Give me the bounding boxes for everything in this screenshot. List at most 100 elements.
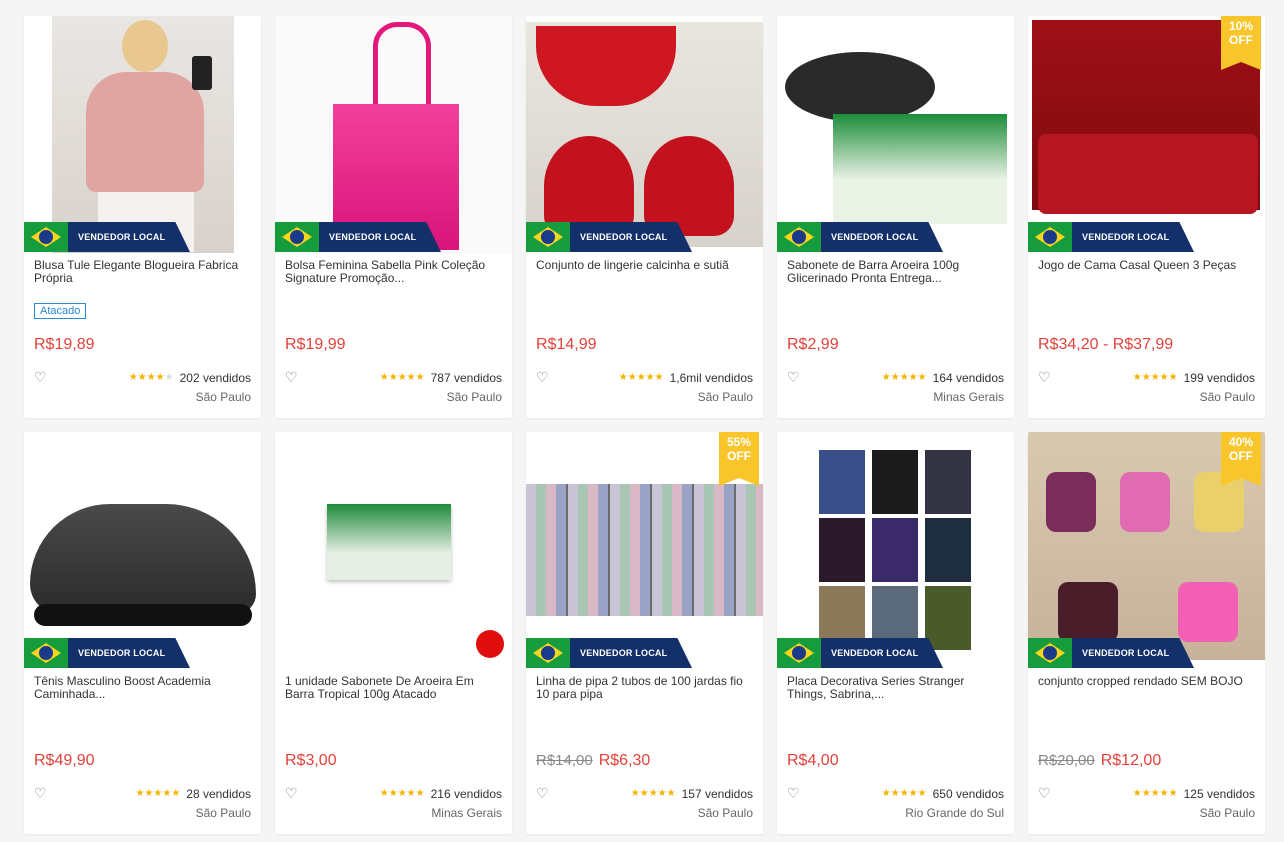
local-seller-badge: VENDEDOR LOCAL (1028, 638, 1194, 668)
product-image[interactable]: VENDEDOR LOCAL (275, 16, 512, 253)
product-title[interactable]: Jogo de Cama Casal Queen 3 Peças (1038, 259, 1255, 299)
product-image[interactable]: VENDEDOR LOCAL (526, 16, 763, 253)
product-title[interactable]: Conjunto de lingerie calcinha e sutiã (536, 259, 753, 299)
current-price: R$3,00 (285, 752, 337, 769)
seller-location: São Paulo (697, 390, 753, 404)
current-price: R$19,99 (285, 336, 346, 353)
seller-label: VENDEDOR LOCAL (570, 222, 692, 252)
seller-location: Minas Gerais (431, 806, 502, 820)
heart-icon[interactable]: ♡ (1038, 369, 1051, 386)
product-title[interactable]: conjunto cropped rendado SEM BOJO (1038, 675, 1255, 715)
product-image[interactable]: 10% OFF VENDEDOR LOCAL (1028, 16, 1265, 253)
product-card[interactable]: VENDEDOR LOCAL Placa Decorativa Series S… (777, 432, 1014, 834)
sold-count: 202 vendidos (179, 370, 251, 385)
product-image[interactable]: 55% OFF VENDEDOR LOCAL (526, 432, 763, 669)
current-price: R$49,90 (34, 752, 95, 769)
product-title[interactable]: Sabonete de Barra Aroeira 100g Glicerina… (787, 259, 1004, 299)
current-price: R$12,00 (1100, 752, 1162, 769)
price: R$19,99 (285, 336, 346, 354)
seller-location: São Paulo (195, 390, 251, 404)
discount-badge: 40% OFF (1221, 432, 1261, 486)
heart-icon[interactable]: ♡ (536, 369, 549, 386)
product-title[interactable]: Tênis Masculino Boost Academia Caminhada… (34, 675, 251, 715)
star-rating: ★★★★★ (135, 788, 181, 799)
heart-icon[interactable]: ♡ (787, 369, 800, 386)
product-card[interactable]: VENDEDOR LOCAL Sabonete de Barra Aroeira… (777, 16, 1014, 418)
current-price: R$2,99 (787, 336, 839, 353)
local-seller-badge: VENDEDOR LOCAL (526, 222, 692, 252)
product-image[interactable] (275, 432, 512, 669)
seller-location: São Paulo (446, 390, 502, 404)
local-seller-badge: VENDEDOR LOCAL (275, 222, 441, 252)
brazil-flag-icon (777, 638, 821, 668)
star-rating: ★★★★★ (379, 788, 425, 799)
star-rating: ★★★★★ (630, 788, 676, 799)
product-title[interactable]: 1 unidade Sabonete De Aroeira Em Barra T… (285, 675, 502, 715)
sold-count: 199 vendidos (1183, 370, 1255, 385)
discount-badge: 10% OFF (1221, 16, 1261, 70)
star-rating: ★★★★★ (128, 372, 174, 383)
heart-icon[interactable]: ♡ (536, 785, 549, 802)
discount-badge: 55% OFF (719, 432, 759, 486)
old-price: R$14,00 (536, 752, 593, 769)
sold-count: 1,6mil vendidos (669, 370, 753, 385)
sold-count: 787 vendidos (430, 370, 502, 385)
price: R$20,00 R$12,00 (1038, 752, 1161, 770)
star-rating: ★★★★★ (1132, 372, 1178, 383)
seller-location: São Paulo (1199, 390, 1255, 404)
product-image[interactable]: VENDEDOR LOCAL (24, 16, 261, 253)
product-image[interactable]: 40% OFF VENDEDOR LOCAL (1028, 432, 1265, 669)
brazil-flag-icon (24, 638, 68, 668)
sold-count: 157 vendidos (681, 786, 753, 801)
seller-label: VENDEDOR LOCAL (319, 222, 441, 252)
product-image[interactable]: VENDEDOR LOCAL (777, 432, 1014, 669)
product-title[interactable]: Linha de pipa 2 tubos de 100 jardas fio … (536, 675, 753, 715)
product-title[interactable]: Bolsa Feminina Sabella Pink Coleção Sign… (285, 259, 502, 299)
promo-dot-icon (476, 630, 504, 658)
current-price: R$19,89 (34, 336, 95, 353)
heart-icon[interactable]: ♡ (285, 785, 298, 802)
local-seller-badge: VENDEDOR LOCAL (1028, 222, 1194, 252)
seller-location: São Paulo (1199, 806, 1255, 820)
product-card[interactable]: VENDEDOR LOCAL Conjunto de lingerie calc… (526, 16, 763, 418)
seller-location: Rio Grande do Sul (905, 806, 1004, 820)
sold-count: 216 vendidos (430, 786, 502, 801)
product-card[interactable]: VENDEDOR LOCAL Tênis Masculino Boost Aca… (24, 432, 261, 834)
price: R$4,00 (787, 752, 839, 770)
product-card[interactable]: VENDEDOR LOCAL Bolsa Feminina Sabella Pi… (275, 16, 512, 418)
current-price: R$6,30 (598, 752, 651, 769)
brazil-flag-icon (1028, 638, 1072, 668)
current-price: R$34,20 - R$37,99 (1038, 336, 1174, 353)
product-card[interactable]: 10% OFF VENDEDOR LOCAL Jogo de Cama Casal… (1028, 16, 1265, 418)
brazil-flag-icon (1028, 222, 1072, 252)
price: R$49,90 (34, 752, 95, 770)
seller-label: VENDEDOR LOCAL (68, 222, 190, 252)
product-card[interactable]: 40% OFF VENDEDOR LOCAL conjunto cropped r… (1028, 432, 1265, 834)
heart-icon[interactable]: ♡ (34, 785, 47, 802)
seller-label: VENDEDOR LOCAL (68, 638, 190, 668)
product-title[interactable]: Blusa Tule Elegante Blogueira Fabrica Pr… (34, 259, 251, 299)
sold-count: 650 vendidos (932, 786, 1004, 801)
price: R$34,20 - R$37,99 (1038, 336, 1173, 354)
product-title[interactable]: Placa Decorativa Series Stranger Things,… (787, 675, 1004, 715)
product-image[interactable]: VENDEDOR LOCAL (777, 16, 1014, 253)
heart-icon[interactable]: ♡ (1038, 785, 1051, 802)
product-image[interactable]: VENDEDOR LOCAL (24, 432, 261, 669)
product-card[interactable]: VENDEDOR LOCAL Blusa Tule Elegante Blogu… (24, 16, 261, 418)
seller-location: São Paulo (195, 806, 251, 820)
star-rating: ★★★★★ (881, 372, 927, 383)
price: R$14,00 R$6,30 (536, 752, 650, 770)
seller-label: VENDEDOR LOCAL (821, 638, 943, 668)
product-card[interactable]: 1 unidade Sabonete De Aroeira Em Barra T… (275, 432, 512, 834)
brazil-flag-icon (777, 222, 821, 252)
product-card[interactable]: 55% OFF VENDEDOR LOCAL Linha de pipa 2 tu… (526, 432, 763, 834)
heart-icon[interactable]: ♡ (787, 785, 800, 802)
heart-icon[interactable]: ♡ (34, 369, 47, 386)
wholesale-tag: Atacado (34, 303, 87, 319)
sold-count: 28 vendidos (186, 786, 251, 801)
star-rating: ★★★★★ (881, 788, 927, 799)
brazil-flag-icon (526, 638, 570, 668)
heart-icon[interactable]: ♡ (285, 369, 298, 386)
product-grid: VENDEDOR LOCAL Blusa Tule Elegante Blogu… (24, 16, 1265, 834)
brazil-flag-icon (24, 222, 68, 252)
